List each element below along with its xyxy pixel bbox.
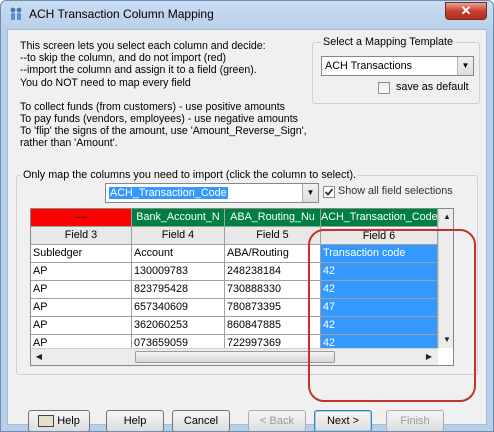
table-cell[interactable]: Account — [132, 245, 225, 263]
title-bar[interactable]: ACH Transaction Column Mapping ✕ — [1, 1, 493, 27]
scroll-up-icon[interactable]: ▲ — [439, 209, 453, 225]
table-cell[interactable]: 130009783 — [132, 263, 225, 281]
table-cell[interactable]: 780873395 — [225, 299, 321, 317]
instruction-line: You do NOT need to map every field — [20, 76, 191, 89]
table-cell[interactable]: AP — [31, 299, 132, 317]
back-button[interactable]: < Back — [248, 410, 306, 431]
table-cell[interactable]: ABA/Routing — [225, 245, 321, 263]
template-group-caption: Select a Mapping Template — [321, 36, 456, 48]
next-button-label: Next > — [326, 415, 360, 427]
table-cell[interactable]: 42 — [321, 281, 438, 299]
table-cell[interactable]: Transaction code — [321, 245, 438, 263]
table-cell[interactable]: 362060253 — [132, 317, 225, 335]
cancel-button[interactable]: Cancel — [172, 410, 230, 431]
help-icon-button[interactable]: Help — [28, 410, 90, 431]
scroll-left-icon[interactable]: ◀ — [31, 349, 47, 365]
instruction-line: rather than 'Amount'. — [20, 137, 118, 150]
help-icon-button-label: Help — [57, 415, 80, 427]
column-mapping-header[interactable]: ACH_Transaction_Code — [321, 209, 438, 227]
instruction-line: --to skip the column, and do not import … — [20, 52, 227, 65]
scroll-down-icon[interactable]: ▼ — [439, 332, 453, 348]
column-mapping-header[interactable]: Bank_Account_N — [132, 209, 225, 227]
close-icon: ✕ — [460, 3, 472, 18]
instruction-line: This screen lets you select each column … — [20, 40, 266, 52]
help-button-label: Help — [123, 415, 147, 427]
field-assign-value: ACH_Transaction_Code — [109, 187, 228, 199]
table-cell[interactable]: 730888330 — [225, 281, 321, 299]
cancel-button-label: Cancel — [183, 415, 219, 427]
dialog-body: This screen lets you select each column … — [7, 29, 487, 431]
scroll-thumb[interactable] — [135, 351, 335, 363]
column-field-header[interactable]: Field 4 — [132, 227, 225, 245]
instructions-text: This screen lets you select each column … — [20, 40, 320, 150]
dialog-window: ACH Transaction Column Mapping ✕ This sc… — [0, 0, 494, 432]
column-field-header[interactable]: Field 5 — [225, 227, 321, 245]
finish-button-label: Finish — [400, 415, 430, 427]
table-cell[interactable]: AP — [31, 263, 132, 281]
chevron-down-icon[interactable]: ▼ — [302, 184, 318, 202]
column-field-header[interactable]: Field 6 — [321, 227, 438, 245]
show-all-checkbox[interactable] — [323, 186, 335, 198]
help-book-icon — [38, 415, 55, 428]
table-cell[interactable]: 860847885 — [225, 317, 321, 335]
next-button[interactable]: Next > — [314, 410, 372, 431]
window-title: ACH Transaction Column Mapping — [29, 7, 214, 21]
table-cell[interactable]: AP — [31, 317, 132, 335]
column-mapping-header[interactable]: ABA_Routing_Nu — [225, 209, 321, 227]
finish-button[interactable]: Finish — [386, 410, 444, 431]
show-all-label[interactable]: Show all field selections — [338, 185, 453, 197]
check-icon — [324, 188, 334, 196]
instruction-line: To 'flip' the signs of the amount, use '… — [20, 125, 307, 138]
field-assign-select[interactable]: ACH_Transaction_Code ▼ — [105, 183, 319, 203]
instruction-line — [20, 89, 320, 101]
horizontal-scrollbar[interactable]: ◀ ▶ — [31, 348, 438, 365]
table-cell[interactable]: AP — [31, 281, 132, 299]
back-button-label: < Back — [260, 415, 294, 427]
table-cell[interactable]: 823795428 — [132, 281, 225, 299]
vertical-scrollbar[interactable]: ▲ ▼ — [438, 209, 453, 348]
table-cell[interactable]: 47 — [321, 299, 438, 317]
help-button[interactable]: Help — [106, 410, 164, 431]
instruction-line: To collect funds (from customers) - use … — [20, 100, 285, 113]
column-mapping-header[interactable]: ---- — [31, 209, 132, 227]
instruction-line: To pay funds (vendors, employees) - use … — [20, 113, 298, 126]
template-select[interactable]: ACH Transactions ▼ — [321, 56, 474, 76]
column-field-header[interactable]: Field 3 — [31, 227, 132, 245]
table-cell[interactable]: 42 — [321, 317, 438, 335]
data-grid[interactable]: ---- Bank_Account_N ABA_Routing_Nu ACH_Tran… — [30, 208, 454, 366]
save-default-label[interactable]: save as default — [396, 81, 469, 93]
save-default-checkbox[interactable] — [378, 82, 390, 94]
close-button[interactable]: ✕ — [445, 2, 487, 20]
table-cell[interactable]: Subledger — [31, 245, 132, 263]
chevron-down-icon[interactable]: ▼ — [457, 57, 473, 75]
template-select-value: ACH Transactions — [325, 60, 413, 72]
table-cell[interactable]: 657340609 — [132, 299, 225, 317]
table-cell[interactable]: 248238184 — [225, 263, 321, 281]
table-cell[interactable]: 42 — [321, 263, 438, 281]
app-icon — [10, 7, 22, 20]
instruction-line: --import the column and assign it to a f… — [20, 64, 257, 77]
mapping-group-caption: Only map the columns you need to import … — [21, 169, 359, 181]
scroll-right-icon[interactable]: ▶ — [421, 349, 437, 365]
